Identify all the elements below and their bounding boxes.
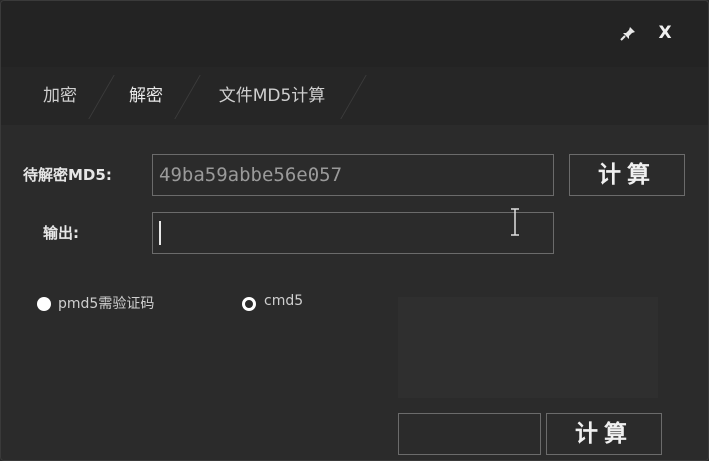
compute-button[interactable]: 计算	[569, 154, 685, 196]
captcha-input[interactable]	[398, 413, 541, 455]
tab-bar: 加密 解密 文件MD5计算	[1, 67, 708, 125]
output-label: 输出:	[43, 224, 79, 242]
close-button[interactable]: X	[653, 21, 677, 45]
tab-encrypt[interactable]: 加密	[23, 67, 97, 125]
radio-pmd5-label[interactable]: pmd5需验证码	[58, 293, 154, 313]
text-caret	[159, 221, 161, 245]
text-cursor-icon	[508, 207, 522, 237]
md5-input[interactable]: 49ba59abbe56e057	[152, 154, 554, 196]
md5-label: 待解密MD5:	[23, 166, 112, 184]
captcha-compute-button[interactable]: 计算	[546, 413, 662, 455]
close-icon: X	[658, 23, 672, 43]
tab-file-md5[interactable]: 文件MD5计算	[197, 67, 347, 125]
output-field[interactable]	[152, 212, 554, 254]
radio-cmd5[interactable]	[242, 297, 256, 311]
radio-cmd5-label[interactable]: cmd5	[264, 293, 303, 309]
tab-decrypt[interactable]: 解密	[109, 67, 183, 125]
radio-pmd5[interactable]	[37, 297, 51, 311]
captcha-image-area	[398, 297, 658, 398]
pin-icon[interactable]	[619, 25, 637, 43]
title-bar[interactable]: X	[1, 1, 708, 67]
md5-tool-window: X 加密 解密 文件MD5计算 待解密MD5: 49ba59abbe56e057…	[0, 0, 709, 461]
